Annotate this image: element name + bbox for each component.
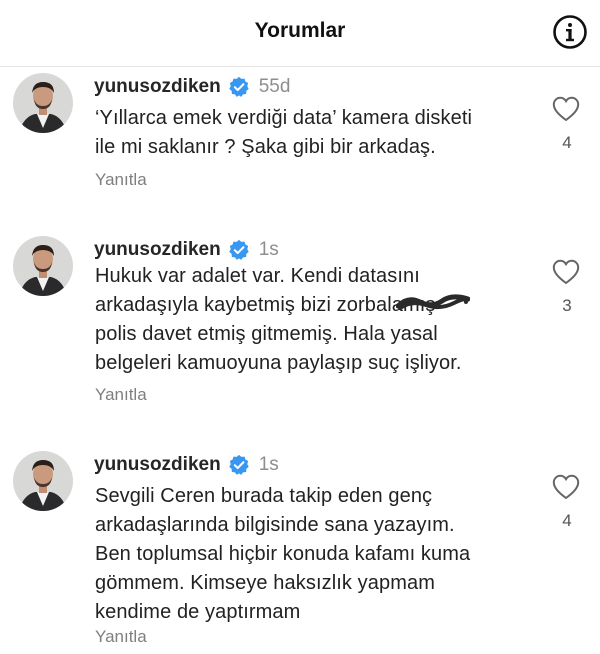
like-button[interactable] xyxy=(552,474,580,500)
comment-header: yunusozdiken 1s xyxy=(94,238,279,262)
comment-line: arkadaşlarında bilgisinde sana yazayım. xyxy=(95,514,455,536)
verified-badge-icon xyxy=(228,454,249,475)
avatar[interactable] xyxy=(13,73,73,133)
reply-button[interactable]: Yanıtla xyxy=(95,170,147,190)
heart-icon xyxy=(552,96,580,122)
verified-badge-icon xyxy=(228,239,249,260)
username[interactable]: yunusozdiken xyxy=(94,76,221,98)
comment-time: 1s xyxy=(258,454,279,475)
scribble-redaction xyxy=(396,294,470,310)
comment-text: ‘Yıllarca emek verdiği data’ kamera disk… xyxy=(95,104,545,162)
page-title: Yorumlar xyxy=(254,19,346,42)
comment-line: Sevgili Ceren burada takip eden genç xyxy=(95,485,433,507)
like-count: 3 xyxy=(562,296,572,315)
info-icon[interactable] xyxy=(552,14,588,50)
comment-header: yunusozdiken 1s xyxy=(94,453,279,477)
like-count: 4 xyxy=(562,133,572,152)
comment-line: Hukuk var adalet var. Kendi datasını xyxy=(95,265,420,287)
comment-line: kendime de yaptırmam xyxy=(95,601,301,623)
comment-time: 1s xyxy=(258,239,279,260)
comments-header: Yorumlar xyxy=(0,0,600,66)
comment-header: yunusozdiken 55d xyxy=(94,75,290,99)
heart-icon xyxy=(552,474,580,500)
comment-text: Sevgili Ceren burada takip eden genç ark… xyxy=(95,482,545,627)
comment-line: ile mi saklanır ? Şaka gibi bir arkadaş. xyxy=(95,136,436,158)
reply-button[interactable]: Yanıtla xyxy=(95,627,147,647)
comment-item: yunusozdiken 55d ‘Yıllarca emek verdiği … xyxy=(0,73,600,198)
username[interactable]: yunusozdiken xyxy=(94,239,221,261)
avatar[interactable] xyxy=(13,451,73,511)
username[interactable]: yunusozdiken xyxy=(94,454,221,476)
verified-badge-icon xyxy=(228,76,249,97)
comment-line: ‘Yıllarca emek verdiği data’ kamera disk… xyxy=(95,107,473,129)
like-button[interactable] xyxy=(552,259,580,285)
comment-line: arkadaşıyla kaybetmiş bizi zorbalamış xyxy=(95,294,436,316)
heart-icon xyxy=(552,259,580,285)
comment-item: yunusozdiken 1s Hukuk var adalet var. Ke… xyxy=(0,236,600,411)
comment-line: gömmem. Kimseye haksızlık yapmam xyxy=(95,572,435,594)
reply-button[interactable]: Yanıtla xyxy=(95,385,147,405)
like-button[interactable] xyxy=(552,96,580,122)
comment-line: Ben toplumsal hiçbir konuda kafamı kuma xyxy=(95,543,471,565)
like-count: 4 xyxy=(562,511,572,530)
comment-text: Hukuk var adalet var. Kendi datasını ark… xyxy=(95,262,545,378)
comment-item: yunusozdiken 1s Sevgili Ceren burada tak… xyxy=(0,451,600,651)
avatar[interactable] xyxy=(13,236,73,296)
comment-time: 55d xyxy=(258,76,291,97)
header-divider xyxy=(0,66,600,67)
comment-line: polis davet etmiş gitmemiş. Hala yasal xyxy=(95,323,438,345)
comment-line: belgeleri kamuoyuna paylaşıp suç işliyor… xyxy=(95,352,462,374)
